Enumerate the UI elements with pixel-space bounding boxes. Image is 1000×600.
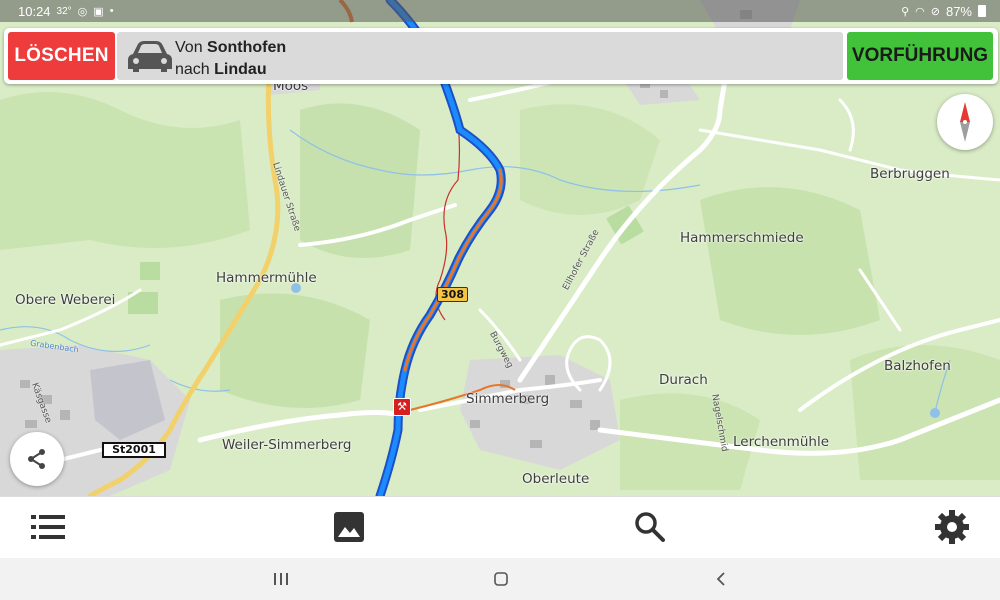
compass-button[interactable] bbox=[937, 94, 993, 150]
place-label-berbruggen: Berbruggen bbox=[870, 166, 950, 182]
place-label-lerchenmuehle: Lerchenmühle bbox=[733, 434, 830, 450]
do-not-disturb-icon: ⊘ bbox=[930, 5, 940, 18]
recent-apps-button[interactable] bbox=[266, 568, 296, 590]
share-icon bbox=[28, 449, 45, 469]
place-label-durach: Durach bbox=[659, 372, 708, 388]
status-temperature: 32° bbox=[56, 5, 72, 17]
place-label-hammermuehle: Hammermühle bbox=[216, 270, 317, 286]
route-summary[interactable]: Von Sonthofen nach Lindau bbox=[117, 32, 843, 80]
app-notification-icon: ▣ bbox=[93, 5, 104, 18]
battery-icon bbox=[978, 5, 986, 17]
route-text: Von Sonthofen nach Lindau bbox=[175, 37, 286, 81]
list-icon bbox=[31, 515, 65, 539]
status-bar: 10:24 32° ◎ ▣ • ⚲ ◠ ⊘ 87% bbox=[0, 0, 1000, 22]
wifi-icon: ◠ bbox=[915, 5, 925, 18]
recent-apps-icon bbox=[274, 573, 288, 585]
route-bar: LÖSCHEN Von Sonthofen nach Lindau VORFÜH… bbox=[4, 28, 998, 84]
notification-icon: ◎ bbox=[77, 5, 88, 18]
route-from-place: Sonthofen bbox=[207, 39, 287, 56]
gear-icon bbox=[935, 510, 969, 544]
route-to-prefix: nach bbox=[175, 61, 210, 78]
search-button[interactable] bbox=[628, 507, 672, 547]
home-icon bbox=[494, 572, 508, 586]
status-time: 10:24 bbox=[18, 3, 51, 19]
system-navigation-bar bbox=[0, 558, 1000, 600]
construction-warning-icon[interactable]: ⚒ bbox=[393, 398, 411, 416]
share-button[interactable] bbox=[10, 432, 64, 486]
back-icon bbox=[716, 572, 725, 586]
battery-percentage: 87% bbox=[945, 3, 972, 19]
place-label-oberleute: Oberleute bbox=[522, 471, 590, 487]
delete-route-button[interactable]: LÖSCHEN bbox=[8, 32, 115, 80]
location-icon: ⚲ bbox=[901, 5, 910, 18]
place-label-balzhofen: Balzhofen bbox=[884, 358, 951, 374]
place-label-hammerschmiede: Hammerschmiede bbox=[680, 230, 804, 246]
route-from-prefix: Von bbox=[175, 39, 203, 56]
menu-button[interactable] bbox=[26, 507, 70, 547]
screen: Moos Berbruggen Hammerschmiede Hammermüh… bbox=[0, 0, 1000, 600]
road-shield-b308: 308 bbox=[437, 287, 468, 302]
place-label-weiler-simmerberg: Weiler-Simmerberg bbox=[222, 437, 352, 453]
home-button[interactable] bbox=[486, 568, 516, 590]
image-icon bbox=[334, 512, 364, 542]
bottom-toolbar bbox=[0, 496, 1000, 558]
demo-button[interactable]: VORFÜHRUNG bbox=[847, 32, 993, 80]
dot-icon: • bbox=[109, 5, 114, 17]
settings-button[interactable] bbox=[930, 507, 974, 547]
place-label-simmerberg: Simmerberg bbox=[466, 391, 550, 407]
place-label-obere-weberei: Obere Weberei bbox=[15, 292, 116, 308]
search-icon bbox=[635, 512, 665, 542]
map-layer-button[interactable] bbox=[327, 507, 371, 547]
road-shield-st2001: St2001 bbox=[102, 442, 166, 458]
route-to-place: Lindau bbox=[214, 61, 267, 78]
back-button[interactable] bbox=[706, 568, 736, 590]
car-icon bbox=[128, 41, 172, 72]
compass-icon bbox=[960, 102, 970, 142]
